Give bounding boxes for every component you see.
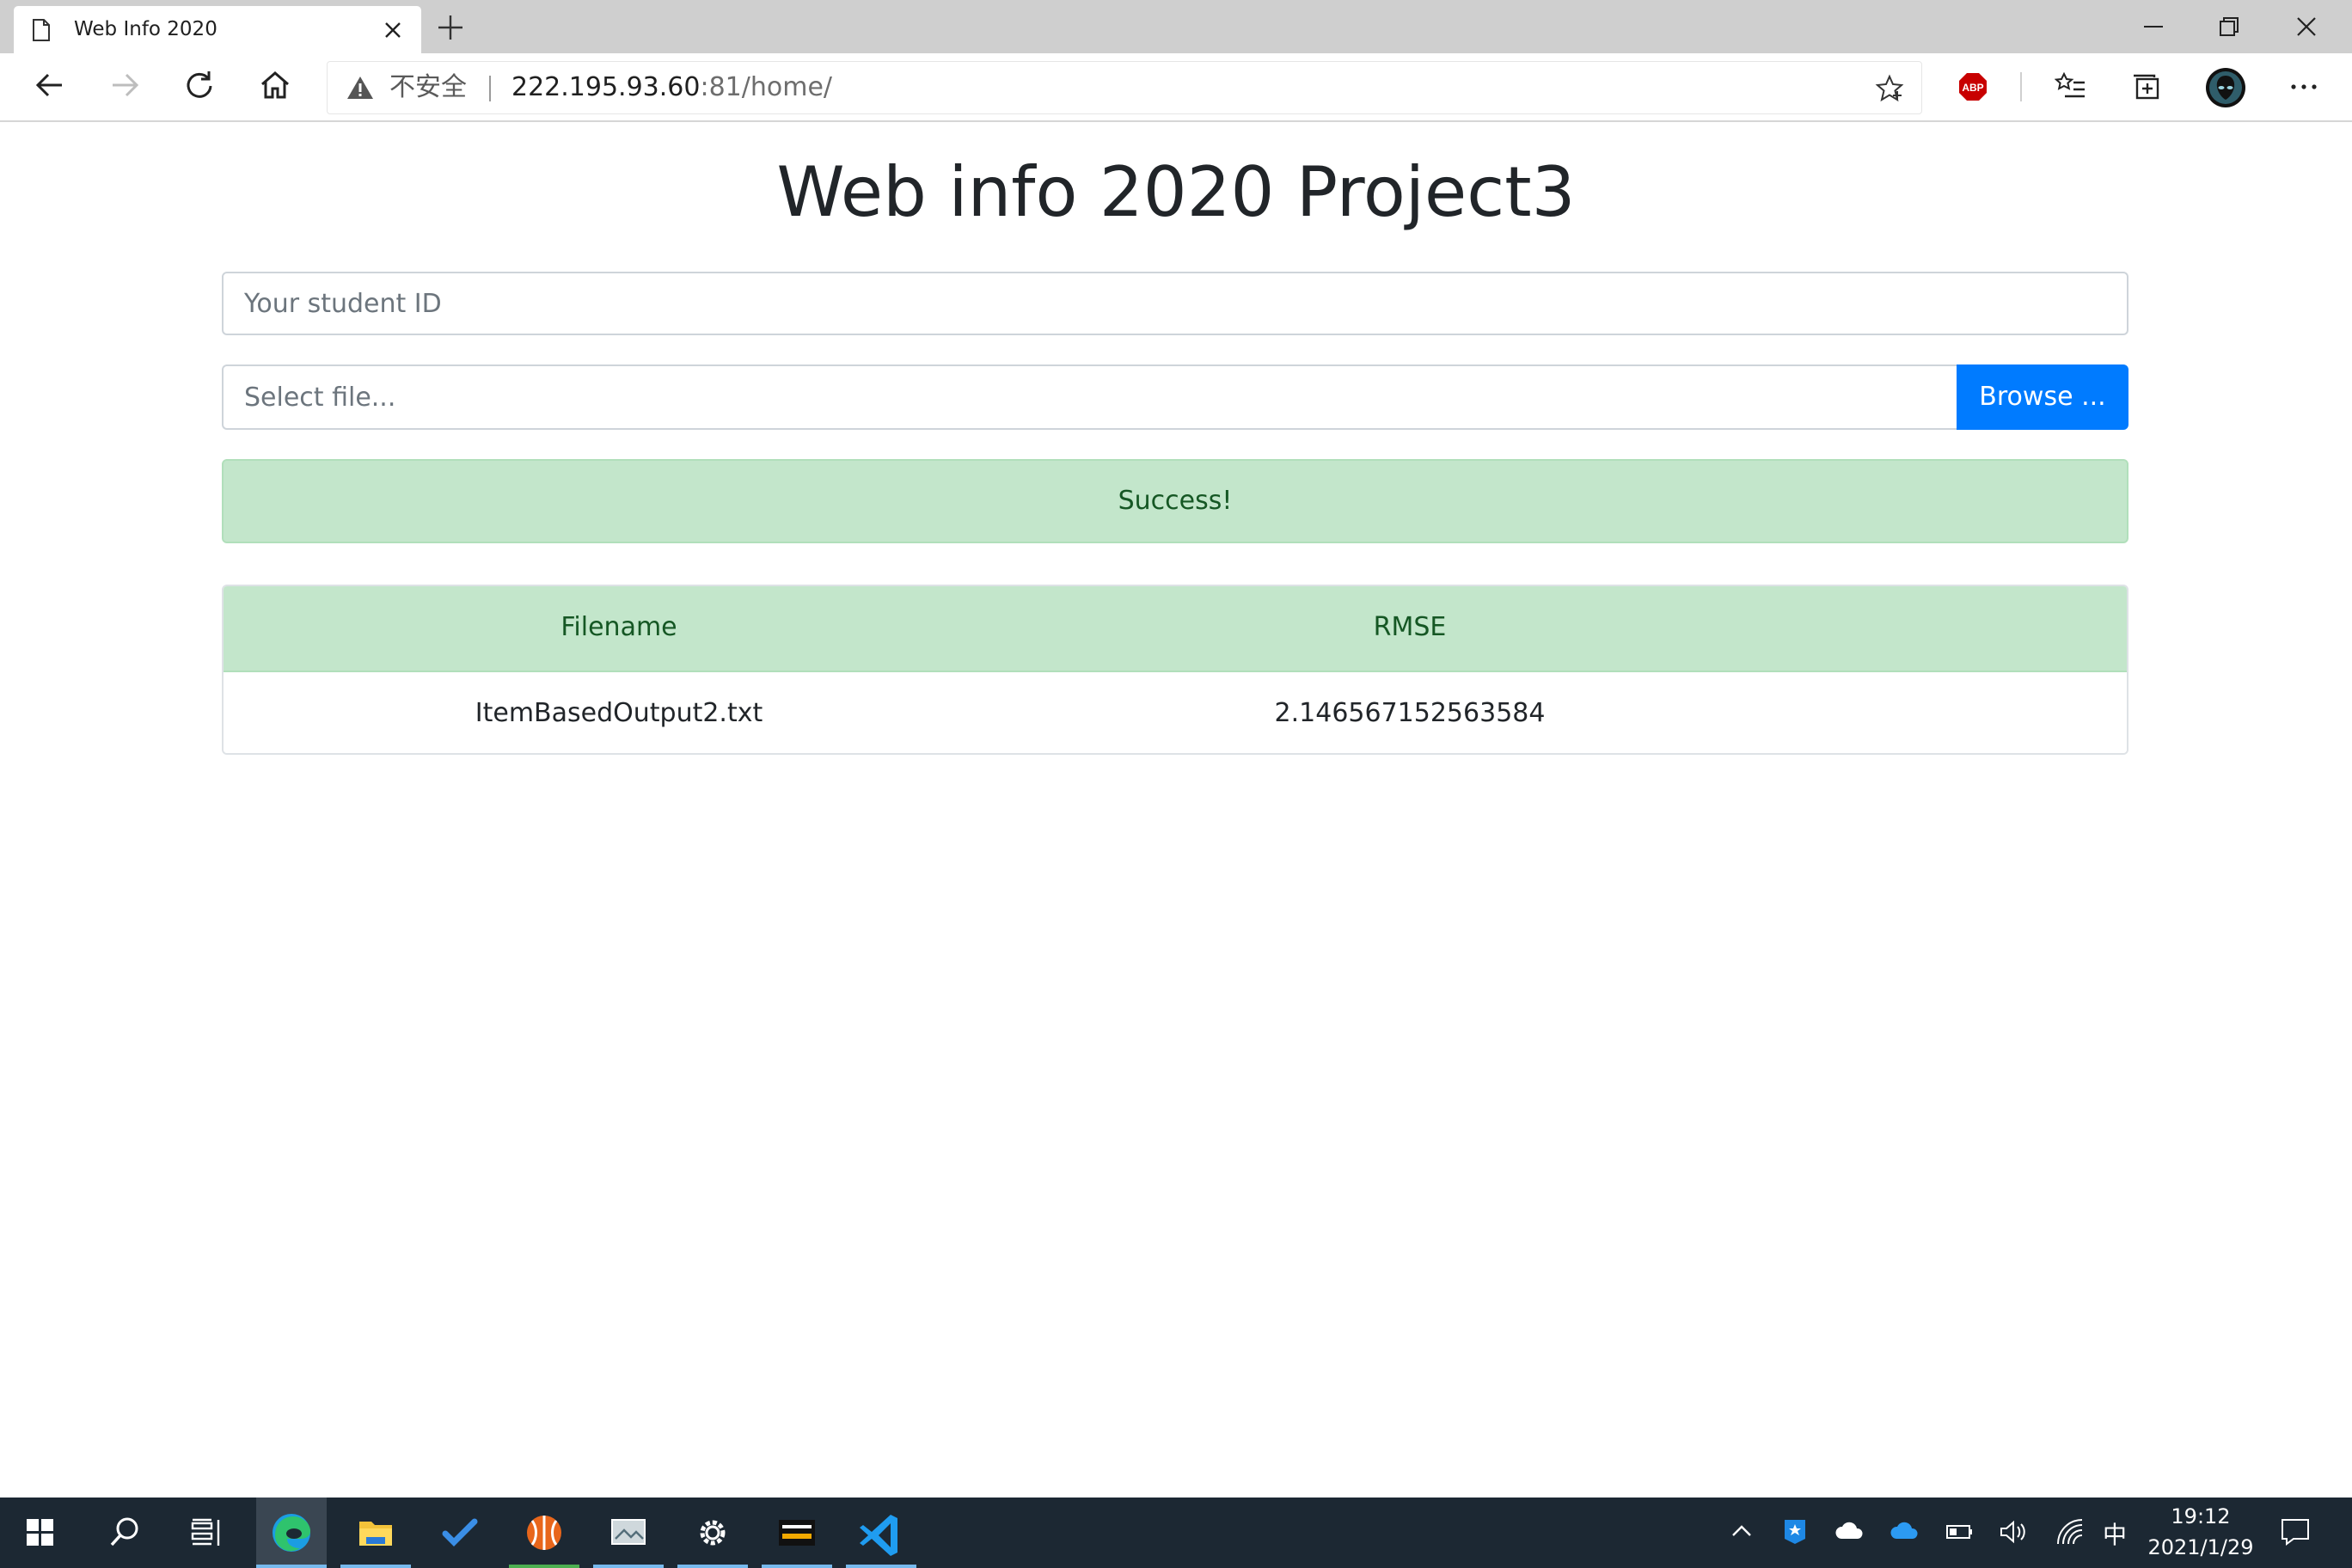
- cell-filename: ItemBasedOutput2.txt: [475, 698, 763, 728]
- file-placeholder: Select file...: [244, 383, 396, 413]
- onedrive-icon[interactable]: [1888, 1515, 1922, 1549]
- taskbar: 中 19:12 2021/1/29: [0, 1498, 2352, 1568]
- tab-title: Web Info 2020: [74, 18, 217, 40]
- wifi-icon[interactable]: [2053, 1515, 2087, 1549]
- adblock-plus-icon[interactable]: ABP: [1958, 72, 1988, 101]
- search-icon[interactable]: [89, 1498, 160, 1568]
- abp-label: ABP: [1962, 82, 1983, 94]
- cloud-icon[interactable]: [1833, 1515, 1867, 1549]
- results-table: Filename RMSE ItemBasedOutput2.txt 2.146…: [222, 585, 2128, 755]
- clock-time[interactable]: 19:12: [2132, 1504, 2269, 1528]
- new-tab-icon[interactable]: [433, 10, 468, 45]
- back-arrow-icon[interactable]: [33, 68, 67, 102]
- student-id-input[interactable]: [222, 272, 2128, 335]
- url-text[interactable]: 222.195.93.60:81/home/: [511, 62, 832, 113]
- table-header-row: Filename RMSE: [224, 586, 2127, 671]
- omnibox-divider: [489, 76, 491, 101]
- edge-taskbar-icon[interactable]: [256, 1498, 327, 1568]
- reload-icon[interactable]: [182, 68, 217, 102]
- screenshot-tool-icon[interactable]: [593, 1498, 664, 1568]
- window-close-icon[interactable]: [2292, 12, 2321, 41]
- show-hidden-icons-chevron-icon[interactable]: [1726, 1515, 1757, 1549]
- url-host: 222.195.93.60: [511, 72, 701, 102]
- active-indicator: [256, 1565, 327, 1568]
- browse-button[interactable]: Browse ...: [1957, 364, 2128, 430]
- forward-arrow-icon[interactable]: [107, 68, 142, 102]
- vscode-icon[interactable]: [846, 1498, 916, 1568]
- web-course-app-icon[interactable]: [762, 1498, 832, 1568]
- cell-rmse: 2.146567152563584: [1274, 698, 1546, 728]
- running-indicator: [677, 1565, 748, 1568]
- tab-strip: Web Info 2020: [0, 0, 2352, 53]
- browser-toolbar: 不安全 222.195.93.60:81/home/: [0, 53, 2352, 122]
- url-path: :81/home/: [700, 72, 833, 102]
- collections-icon[interactable]: [2130, 70, 2163, 103]
- more-menu-icon[interactable]: [2287, 72, 2321, 101]
- running-indicator: [762, 1565, 832, 1568]
- battery-icon[interactable]: [1943, 1515, 1977, 1549]
- favorites-list-icon[interactable]: [2055, 70, 2087, 103]
- clock-date[interactable]: 2021/1/29: [2132, 1535, 2269, 1559]
- page-title: Web info 2020 Project3: [776, 152, 1576, 232]
- app-orange-globe-icon[interactable]: [509, 1498, 579, 1568]
- notification-center-icon[interactable]: [2278, 1515, 2312, 1549]
- file-upload-group: Select file... Browse ...: [222, 364, 2128, 430]
- add-favorite-star-icon[interactable]: [1875, 74, 1904, 103]
- start-button[interactable]: [5, 1498, 76, 1568]
- settings-gear-icon[interactable]: [677, 1498, 748, 1568]
- tray-app-blue-icon[interactable]: [1779, 1515, 1810, 1549]
- task-view-icon[interactable]: [172, 1498, 242, 1568]
- running-indicator: [593, 1565, 664, 1568]
- tab-active[interactable]: Web Info 2020: [14, 6, 421, 53]
- minimize-icon[interactable]: [2139, 12, 2168, 41]
- header-filename: Filename: [560, 612, 677, 642]
- tab-close-icon[interactable]: [382, 19, 404, 41]
- warning-icon[interactable]: [346, 75, 374, 101]
- table-row: ItemBasedOutput2.txt 2.146567152563584: [224, 671, 2127, 753]
- running-indicator: [846, 1565, 916, 1568]
- home-icon[interactable]: [258, 68, 292, 102]
- running-indicator: [340, 1565, 411, 1568]
- file-explorer-icon[interactable]: [340, 1498, 411, 1568]
- running-indicator: [509, 1565, 579, 1568]
- ime-indicator[interactable]: 中: [2103, 1516, 2127, 1551]
- restore-icon[interactable]: [2214, 12, 2244, 41]
- address-bar[interactable]: 不安全 222.195.93.60:81/home/: [327, 61, 1922, 114]
- toolbar-divider: [2020, 72, 2022, 101]
- file-select-field[interactable]: Select file...: [222, 364, 1957, 430]
- page-icon: [31, 18, 52, 42]
- success-alert: Success!: [222, 459, 2128, 543]
- todo-icon[interactable]: [425, 1498, 495, 1568]
- profile-avatar-icon[interactable]: [2205, 67, 2246, 108]
- header-rmse: RMSE: [1373, 612, 1447, 642]
- security-label[interactable]: 不安全: [389, 62, 467, 113]
- volume-icon[interactable]: [1996, 1515, 2030, 1549]
